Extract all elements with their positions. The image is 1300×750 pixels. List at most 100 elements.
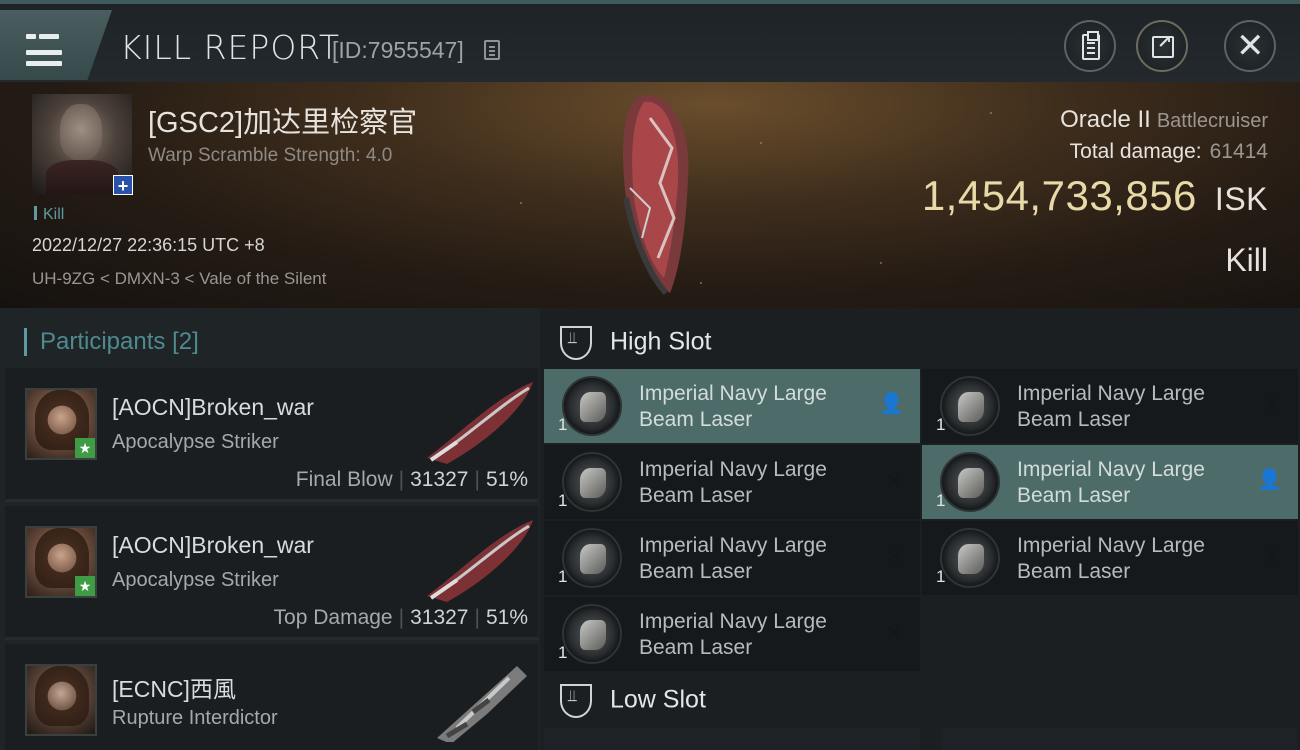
- clipboard-button[interactable]: [1064, 20, 1116, 72]
- participant-card[interactable]: ★ [AOCN]Broken_war Apocalypse Striker Fi…: [5, 368, 538, 502]
- x-icon: ✕: [883, 468, 904, 495]
- warp-scramble-strength: Warp Scramble Strength: 4.0: [148, 145, 393, 166]
- victim-banner: + [GSC2]加达里检察官 Warp Scramble Strength: 4…: [0, 82, 1300, 308]
- participant-percent: 51%: [485, 606, 528, 629]
- star-icon: ★: [75, 576, 95, 596]
- module-item[interactable]: 1 Imperial Navy Large Beam Laser ✕: [922, 521, 1298, 595]
- header-bar: KILL REPORT [ID:7955547] ✕: [0, 0, 1300, 82]
- module-name: Imperial Navy Large Beam Laser: [639, 458, 827, 507]
- participant-portrait: [25, 664, 97, 736]
- laser-icon: [940, 452, 1000, 512]
- participant-name: [AOCN]Broken_war: [112, 532, 314, 558]
- ship-class: Battlecruiser: [1156, 110, 1268, 132]
- participant-ship-image: [427, 382, 533, 464]
- close-icon: ✕: [1236, 27, 1265, 65]
- module-quantity: 1: [936, 491, 946, 510]
- isk-unit: ISK: [1214, 181, 1268, 217]
- victim-ship[interactable]: Oracle II Battlecruiser: [1060, 106, 1268, 134]
- low-slot-module-partial[interactable]: [942, 728, 1298, 750]
- participants-header: Participants [2]: [24, 328, 199, 356]
- participant-ship: Apocalypse Striker: [112, 569, 279, 591]
- slot-icon: [560, 684, 592, 718]
- participant-card[interactable]: ★ [AOCN]Broken_war Apocalypse Striker To…: [5, 506, 538, 640]
- participant-ship-image: [437, 666, 527, 742]
- slot-icon: [560, 326, 592, 360]
- low-slot-header: Low Slot: [560, 684, 706, 718]
- participant-percent: 51%: [485, 468, 528, 491]
- victim-ship-image: [622, 94, 689, 296]
- participant-name: [ECNC]西風: [112, 676, 236, 702]
- person-icon: 👤: [879, 393, 904, 415]
- participants-count: [2]: [172, 328, 199, 355]
- total-damage: Total damage: 61414: [1070, 140, 1268, 164]
- kill-datetime: 2022/12/27 22:36:15 UTC +8: [32, 235, 265, 255]
- victim-name[interactable]: [GSC2]加达里检察官: [148, 99, 417, 141]
- participant-card[interactable]: [ECNC]西風 Rupture Interdictor: [5, 644, 538, 750]
- x-icon: ✕: [1261, 392, 1282, 419]
- menu-button[interactable]: [0, 10, 112, 80]
- module-name: Imperial Navy Large Beam Laser: [1017, 534, 1205, 583]
- share-button[interactable]: [1136, 20, 1188, 72]
- x-icon: ✕: [883, 544, 904, 571]
- x-icon: ✕: [883, 620, 904, 647]
- x-icon: ✕: [1261, 544, 1282, 571]
- module-item[interactable]: 1 Imperial Navy Large Beam Laser 👤: [922, 445, 1298, 519]
- star-icon: ★: [75, 438, 95, 458]
- module-item[interactable]: 1 Imperial Navy Large Beam Laser 👤: [544, 369, 920, 443]
- laser-icon: [940, 528, 1000, 588]
- module-name: Imperial Navy Large Beam Laser: [639, 610, 827, 659]
- module-quantity: 1: [558, 643, 568, 662]
- module-name: Imperial Navy Large Beam Laser: [639, 534, 827, 583]
- close-button[interactable]: ✕: [1224, 20, 1276, 72]
- share-icon: [1152, 32, 1174, 58]
- result-label: Kill: [1225, 242, 1268, 278]
- participants-title: Participants: [40, 328, 166, 355]
- participant-role: Top Damage: [273, 606, 393, 629]
- copy-icon[interactable]: [484, 40, 500, 60]
- high-slot-label: High Slot: [610, 327, 712, 356]
- participant-stats: Final Blow | 31327 | 51%: [295, 468, 528, 491]
- participant-ship: Apocalypse Striker: [112, 431, 279, 453]
- module-quantity: 1: [558, 491, 568, 510]
- participants-panel: Participants [2] ★ [AOCN]Broken_war Apoc…: [0, 308, 540, 750]
- module-quantity: 1: [936, 567, 946, 586]
- participant-stats: Top Damage | 31327 | 51%: [273, 606, 528, 629]
- module-name: Imperial Navy Large Beam Laser: [639, 382, 827, 431]
- module-name: Imperial Navy Large Beam Laser: [1017, 382, 1205, 431]
- page-title: KILL REPORT: [120, 28, 340, 67]
- menu-icon: [26, 32, 62, 66]
- laser-icon: [562, 528, 622, 588]
- module-item[interactable]: 1 Imperial Navy Large Beam Laser ✕: [922, 369, 1298, 443]
- laser-icon: [562, 452, 622, 512]
- participant-damage: 31327: [410, 606, 469, 629]
- participant-role: Final Blow: [295, 468, 393, 491]
- module-item[interactable]: 1 Imperial Navy Large Beam Laser ✕: [544, 597, 920, 671]
- low-slot-module-partial[interactable]: [544, 728, 920, 750]
- laser-icon: [562, 376, 622, 436]
- module-quantity: 1: [936, 415, 946, 434]
- module-item[interactable]: 1 Imperial Navy Large Beam Laser ✕: [544, 521, 920, 595]
- person-icon: 👤: [1257, 469, 1282, 491]
- total-damage-label: Total damage:: [1069, 140, 1202, 163]
- participant-name: [AOCN]Broken_war: [112, 394, 314, 420]
- module-quantity: 1: [558, 567, 568, 586]
- clipboard-icon: [1082, 31, 1100, 60]
- isk-value: 1,454,733,856 ISK: [922, 172, 1268, 220]
- report-id: [ID:7955547]: [332, 37, 464, 63]
- fitting-panel: High Slot 1 Imperial Navy LargeBeam Lase…: [540, 308, 1300, 750]
- isk-amount: 1,454,733,856: [921, 172, 1197, 219]
- laser-icon: [940, 376, 1000, 436]
- plus-icon: +: [113, 175, 133, 196]
- ship-name: Oracle II: [1060, 106, 1151, 133]
- laser-icon: [562, 604, 622, 664]
- participant-ship-image: [427, 520, 533, 602]
- result-tag: Kill: [34, 206, 64, 224]
- module-item[interactable]: 1 Imperial Navy Large Beam Laser ✕: [544, 445, 920, 519]
- kill-location: UH-9ZG < DMXN-3 < Vale of the Silent: [32, 269, 327, 288]
- total-damage-value: 61414: [1209, 140, 1268, 163]
- module-quantity: 1: [558, 415, 568, 434]
- participant-damage: 31327: [410, 468, 469, 491]
- high-slot-header: High Slot: [560, 326, 711, 360]
- module-name: Imperial Navy Large Beam Laser: [1017, 458, 1205, 507]
- participant-ship: Rupture Interdictor: [112, 707, 278, 729]
